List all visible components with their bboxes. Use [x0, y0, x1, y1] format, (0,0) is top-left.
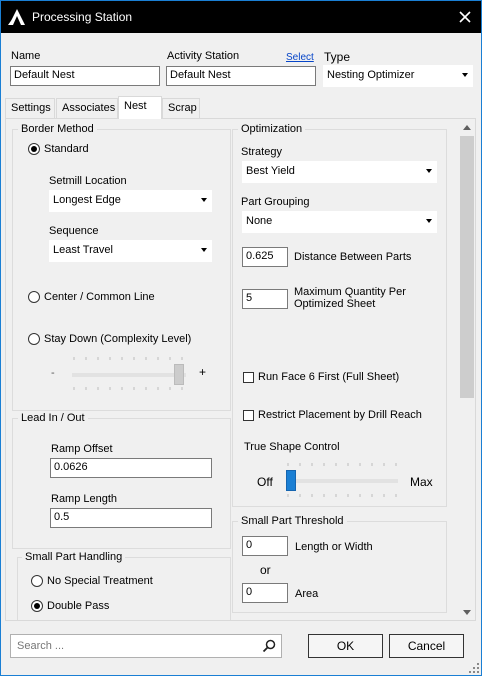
standard-label: Standard: [44, 143, 89, 155]
distance-between-parts-label: Distance Between Parts: [294, 251, 412, 263]
distance-between-parts-field[interactable]: 0.625: [242, 247, 288, 267]
close-button[interactable]: [453, 5, 477, 29]
activity-station-label: Activity Station: [167, 50, 240, 62]
true-shape-control-label: True Shape Control: [244, 441, 340, 453]
chevron-down-icon: [426, 169, 432, 173]
sequence-label: Sequence: [49, 225, 99, 237]
app-logo-icon: [8, 9, 25, 25]
small-part-handling-title: Small Part Handling: [22, 551, 126, 563]
tab-associates[interactable]: Associates: [56, 98, 118, 118]
ramp-offset-label: Ramp Offset: [51, 443, 113, 455]
complexity-slider-thumb[interactable]: [174, 364, 184, 385]
length-or-width-label: Length or Width: [295, 541, 373, 553]
restrict-placement-label: Restrict Placement by Drill Reach: [258, 409, 422, 421]
max-quantity-label-line1: Maximum Quantity Per: [294, 286, 406, 298]
ramp-length-label: Ramp Length: [51, 493, 118, 505]
max-quantity-label-line2: Optimized Sheet: [294, 298, 376, 310]
chevron-down-icon: [426, 219, 432, 223]
close-icon: [459, 11, 471, 23]
part-grouping-value: None: [246, 215, 273, 227]
true-shape-off-label: Off: [257, 475, 273, 489]
sequence-dropdown[interactable]: Least Travel: [49, 240, 212, 262]
scrollbar-thumb[interactable]: [460, 136, 474, 398]
ok-button[interactable]: OK: [308, 634, 383, 658]
tab-label: Scrap: [168, 102, 197, 114]
sequence-value: Least Travel: [53, 244, 113, 256]
chevron-down-icon: [201, 198, 207, 202]
center-common-line-radio[interactable]: [28, 291, 40, 303]
true-shape-slider-ticks: [287, 463, 397, 497]
standard-radio[interactable]: [28, 143, 40, 155]
name-label: Name: [11, 50, 41, 62]
setmill-location-dropdown[interactable]: Longest Edge: [49, 190, 212, 212]
tab-scrap[interactable]: Scrap: [162, 98, 200, 118]
slider-minus-label: -: [51, 367, 55, 379]
search-icon[interactable]: [262, 639, 276, 653]
max-quantity-field[interactable]: 5: [242, 289, 288, 309]
tab-label: Settings: [11, 102, 51, 114]
restrict-placement-checkbox[interactable]: [243, 410, 254, 421]
chevron-down-icon: [201, 248, 207, 252]
setmill-location-label: Setmill Location: [49, 175, 127, 187]
resize-grip-icon[interactable]: [467, 661, 481, 675]
double-pass-radio[interactable]: [31, 600, 43, 612]
tab-nest[interactable]: Nest: [118, 96, 162, 119]
name-field[interactable]: Default Nest: [10, 66, 160, 86]
lead-in-out-title: Lead In / Out: [18, 412, 88, 424]
nest-tab-panel: Border Method Standard Setmill Location …: [5, 118, 476, 621]
true-shape-max-label: Max: [410, 475, 433, 489]
type-label: Type: [324, 50, 351, 64]
cancel-button[interactable]: Cancel: [389, 634, 464, 658]
search-box[interactable]: Search ...: [10, 634, 282, 658]
complexity-slider-ticks: [73, 357, 183, 390]
ramp-offset-field[interactable]: 0.0626: [50, 458, 212, 478]
tab-settings[interactable]: Settings: [5, 98, 55, 118]
double-pass-label: Double Pass: [47, 600, 110, 612]
scroll-up-icon[interactable]: [463, 125, 471, 130]
select-link[interactable]: Select: [286, 52, 314, 63]
stay-down-label: Stay Down (Complexity Level): [44, 333, 192, 345]
optimization-title: Optimization: [238, 123, 306, 135]
border-method-title: Border Method: [18, 123, 97, 135]
small-part-threshold-title: Small Part Threshold: [238, 515, 347, 527]
search-placeholder: Search ...: [17, 640, 65, 652]
run-face6-checkbox[interactable]: [243, 372, 254, 383]
panel-scrollbar[interactable]: [459, 120, 475, 620]
processing-station-window: Processing Station Name Default Nest Act…: [0, 0, 482, 676]
tab-label: Associates: [62, 102, 116, 114]
or-label: or: [260, 563, 271, 577]
chevron-down-icon: [462, 73, 468, 77]
true-shape-slider-thumb[interactable]: [286, 470, 296, 491]
tab-label: Nest: [124, 100, 147, 112]
part-grouping-label: Part Grouping: [241, 196, 310, 208]
ramp-length-field[interactable]: 0.5: [50, 508, 212, 528]
slider-plus-label: +: [199, 365, 207, 379]
no-special-treatment-radio[interactable]: [31, 575, 43, 587]
strategy-value: Best Yield: [246, 165, 295, 177]
strategy-label: Strategy: [241, 146, 282, 158]
setmill-location-value: Longest Edge: [53, 194, 121, 206]
type-dropdown-value: Nesting Optimizer: [327, 69, 415, 81]
stay-down-radio[interactable]: [28, 333, 40, 345]
part-grouping-dropdown[interactable]: None: [242, 211, 437, 233]
window-title: Processing Station: [32, 10, 133, 24]
area-field[interactable]: 0: [242, 583, 288, 603]
type-dropdown[interactable]: Nesting Optimizer: [323, 65, 473, 87]
strategy-dropdown[interactable]: Best Yield: [242, 161, 437, 183]
center-common-line-label: Center / Common Line: [44, 291, 155, 303]
lead-in-out-group: [12, 418, 231, 549]
activity-station-field[interactable]: Default Nest: [166, 66, 316, 86]
scroll-down-icon[interactable]: [463, 610, 471, 615]
length-or-width-field[interactable]: 0: [242, 536, 288, 556]
title-bar: Processing Station: [1, 1, 481, 33]
area-label: Area: [295, 588, 319, 600]
run-face6-label: Run Face 6 First (Full Sheet): [258, 371, 400, 383]
no-special-treatment-label: No Special Treatment: [47, 575, 153, 587]
